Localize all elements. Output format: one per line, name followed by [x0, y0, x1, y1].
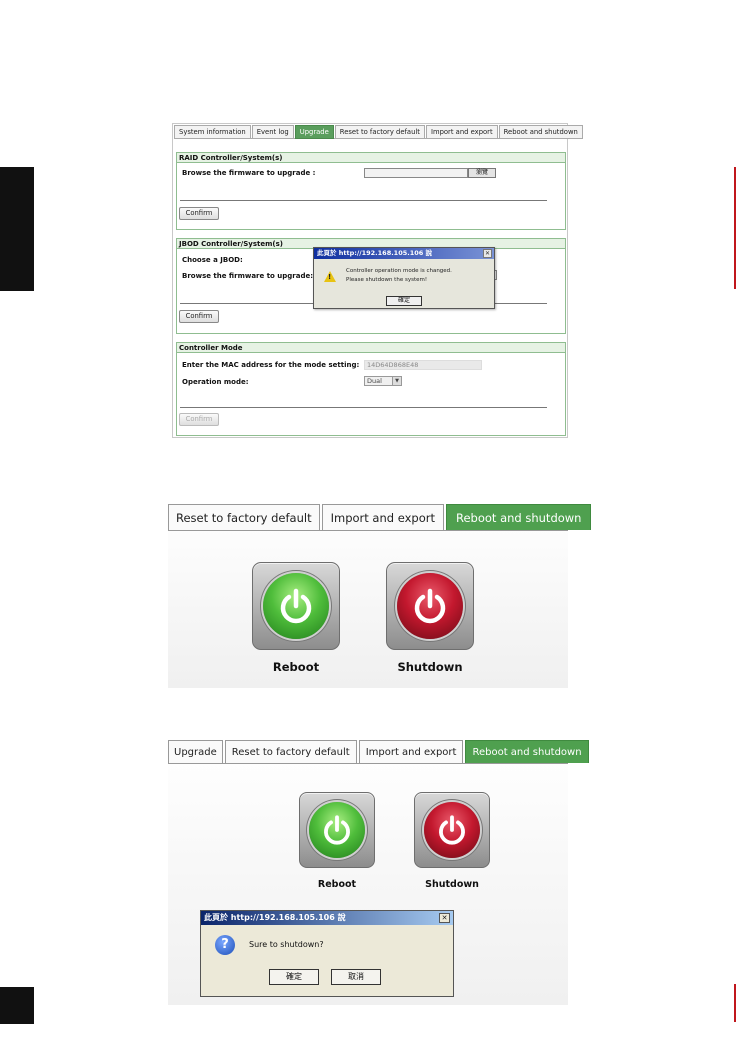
- raid-divider: [180, 200, 547, 201]
- mac-address-input[interactable]: 14D64D868E48: [364, 360, 482, 370]
- raid-confirm-button[interactable]: Confirm: [179, 207, 219, 220]
- dialog-title: 此頁於 http://192.168.105.106 說: [201, 911, 453, 925]
- close-icon[interactable]: ✕: [439, 913, 450, 923]
- tab-bar: System information Event log Upgrade Res…: [174, 125, 583, 139]
- tab-system-information[interactable]: System information: [174, 125, 251, 139]
- power-icon: [263, 573, 329, 639]
- power-icon: [424, 802, 480, 858]
- operation-mode-select[interactable]: Dual ▼: [364, 376, 402, 386]
- warning-mark: !: [328, 273, 332, 281]
- tab-upgrade[interactable]: Upgrade: [294, 125, 334, 139]
- controller-mode-section: Controller Mode Enter the MAC address fo…: [176, 342, 566, 436]
- dialog-message-line2: Please shutdown the system!: [346, 277, 428, 283]
- tab-reboot-and-shutdown[interactable]: Reboot and shutdown: [498, 125, 583, 139]
- raid-browse-label: Browse the firmware to upgrade :: [182, 169, 316, 177]
- tab-reset-to-factory-default[interactable]: Reset to factory default: [168, 504, 320, 530]
- close-icon[interactable]: ✕: [483, 249, 492, 258]
- jbod-browse-label: Browse the firmware to upgrade:: [182, 272, 314, 280]
- dialog-ok-button[interactable]: 確定: [386, 296, 422, 306]
- page-edge-line-bottom: [734, 984, 736, 1022]
- shutdown-confirm-panel: Upgrade Reset to factory default Import …: [168, 740, 589, 1005]
- dropdown-arrow-icon: ▼: [392, 377, 401, 385]
- shutdown-label: Shutdown: [397, 660, 463, 674]
- shutdown-button[interactable]: [414, 792, 490, 868]
- mode-changed-alert-dialog: 此頁於 http://192.168.105.106 說 ✕ ! Control…: [313, 247, 495, 309]
- question-icon: ?: [215, 935, 235, 955]
- dialog-message-line1: Controller operation mode is changed.: [346, 268, 452, 274]
- raid-section-title: RAID Controller/System(s): [177, 153, 565, 163]
- tab-upgrade[interactable]: Upgrade: [168, 740, 223, 763]
- controller-mode-title: Controller Mode: [177, 343, 565, 353]
- shutdown-button[interactable]: [386, 562, 474, 650]
- tab-reboot-and-shutdown[interactable]: Reboot and shutdown: [445, 504, 592, 530]
- dialog-cancel-button[interactable]: 取消: [331, 969, 381, 985]
- page-edge-line-top: [734, 167, 736, 289]
- operation-mode-label: Operation mode:: [182, 378, 249, 386]
- reboot-button[interactable]: [299, 792, 375, 868]
- tab-bar-3: Upgrade Reset to factory default Import …: [168, 740, 589, 763]
- power-icon: [309, 802, 365, 858]
- shutdown-label: Shutdown: [425, 879, 479, 890]
- page-edge-tab-top: [0, 167, 34, 291]
- reboot-label: Reboot: [317, 879, 357, 890]
- operation-mode-value: Dual: [367, 377, 382, 385]
- reboot-button[interactable]: [252, 562, 340, 650]
- reboot-shutdown-panel: Reset to factory default Import and expo…: [168, 504, 592, 688]
- jbod-choose-label: Choose a JBOD:: [182, 256, 243, 264]
- reboot-label: Reboot: [272, 660, 320, 674]
- tab-event-log[interactable]: Event log: [251, 125, 294, 139]
- tab-import-and-export[interactable]: Import and export: [358, 740, 464, 763]
- raid-section: RAID Controller/System(s) Browse the fir…: [176, 152, 566, 230]
- mac-address-label: Enter the MAC address for the mode setti…: [182, 361, 360, 369]
- tab-import-and-export[interactable]: Import and export: [321, 504, 444, 530]
- page-edge-tab-bottom: [0, 987, 34, 1024]
- controller-mode-divider: [180, 407, 547, 408]
- tab-underline: [168, 763, 568, 764]
- tab-reset-to-factory-default[interactable]: Reset to factory default: [334, 125, 425, 139]
- dialog-title: 此頁於 http://192.168.105.106 說: [314, 248, 494, 259]
- shutdown-confirm-dialog: 此頁於 http://192.168.105.106 說 ✕ ? Sure to…: [200, 910, 454, 997]
- raid-firmware-file-input[interactable]: [364, 168, 468, 178]
- tab-underline: [168, 530, 568, 531]
- tab-import-and-export[interactable]: Import and export: [425, 125, 498, 139]
- tab-reboot-and-shutdown[interactable]: Reboot and shutdown: [465, 740, 589, 763]
- power-icon: [397, 573, 463, 639]
- dialog-message: Sure to shutdown?: [249, 940, 324, 949]
- tab-bar-2: Reset to factory default Import and expo…: [168, 504, 592, 530]
- upgrade-panel-screenshot: System information Event log Upgrade Res…: [172, 123, 583, 438]
- dialog-ok-button[interactable]: 確定: [269, 969, 319, 985]
- raid-browse-button[interactable]: 瀏覽: [468, 168, 496, 178]
- jbod-confirm-button[interactable]: Confirm: [179, 310, 219, 323]
- tab-reset-to-factory-default[interactable]: Reset to factory default: [224, 740, 357, 763]
- controller-mode-confirm-button[interactable]: Confirm: [179, 413, 219, 426]
